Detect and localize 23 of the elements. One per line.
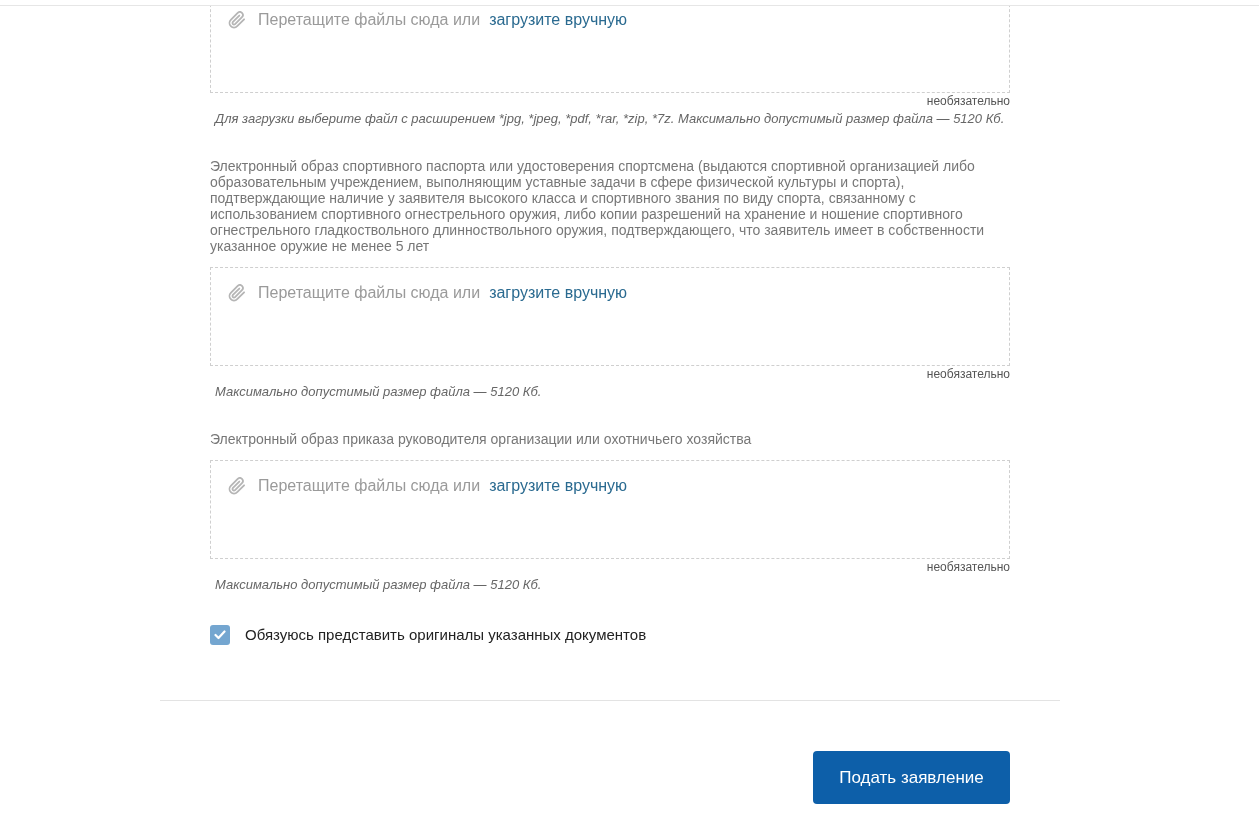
paperclip-icon	[228, 477, 246, 495]
optional-note: необязательно	[926, 560, 1010, 574]
optional-note: необязательно	[926, 367, 1010, 381]
optional-note: необязательно	[926, 94, 1010, 108]
dropzone-prompt: Перетащите файлы сюда или	[258, 476, 481, 496]
upload-link[interactable]: загрузите вручную	[489, 10, 628, 30]
checkbox-label: Обязуюсь представить оригиналы указанных документов	[245, 625, 647, 645]
dropzone-prompt: Перетащите файлы сюда или	[258, 10, 481, 30]
submit-button[interactable]: Подать заявление	[813, 751, 1010, 804]
upload-link[interactable]: загрузите вручную	[489, 283, 628, 303]
document-label: Электронный образ спортивного паспорта или удостоверения спортсмена (выдаются спортивной организацией либо образовательным учреждением, выполняющим уставные задачи в сфере физической культуры и спорта), подтверждающие наличие у заявителя высокого класса и спортивного звания по виду спорта, связанному с использованием спортивного огнестрельного оружия, либо копии разрешений на хранение и ношение спортивного огнестрельного гладкоствольного длинноствольного оружия, подтверждающего, что заявитель имеет в собственности указанное оружие не менее 5 лет	[210, 158, 986, 254]
file-hint: Максимально допустимый размер файла — 5120 Кб.	[214, 384, 543, 400]
paperclip-icon	[228, 11, 246, 29]
document-label: Электронный образ приказа руководителя организации или охотничьего хозяйства	[210, 431, 753, 447]
file-dropzone[interactable]: Перетащите файлы сюда или загрузите вручную	[210, 267, 1010, 366]
checkbox[interactable]	[210, 625, 230, 645]
paperclip-icon	[228, 284, 246, 302]
file-hint: Для загрузки выберите файл с расширением *jpg, *jpeg, *pdf, *rar, *zip, *7z. Максимально допустимый размер файла — 5120 Кб.	[213, 111, 1006, 127]
file-hint: Максимально допустимый размер файла — 5120 Кб.	[214, 577, 543, 593]
dropzone-prompt: Перетащите файлы сюда или	[258, 283, 481, 303]
upload-link[interactable]: загрузите вручную	[489, 476, 628, 496]
file-dropzone[interactable]: Перетащите файлы сюда или загрузите вручную	[210, 460, 1010, 559]
checkmark-icon	[214, 630, 226, 640]
